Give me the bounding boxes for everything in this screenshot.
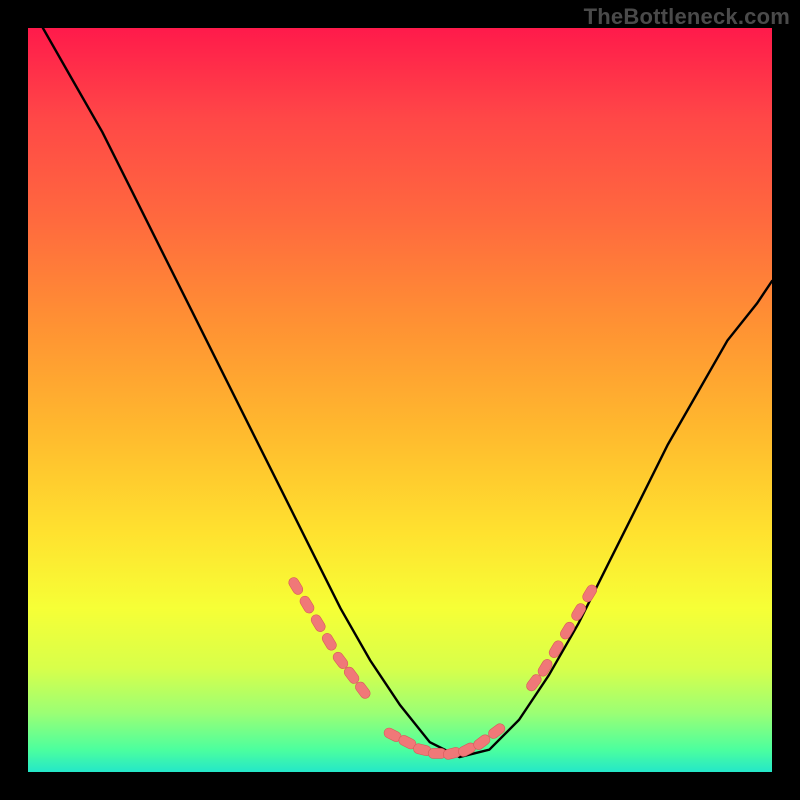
data-marker <box>309 613 327 634</box>
bottleneck-curve <box>43 28 772 757</box>
data-marker <box>320 632 338 653</box>
chart-frame: TheBottleneck.com <box>0 0 800 800</box>
watermark-text: TheBottleneck.com <box>584 4 790 30</box>
chart-svg <box>28 28 772 772</box>
data-marker <box>298 594 316 615</box>
plot-area <box>28 28 772 772</box>
data-marker <box>287 576 305 597</box>
